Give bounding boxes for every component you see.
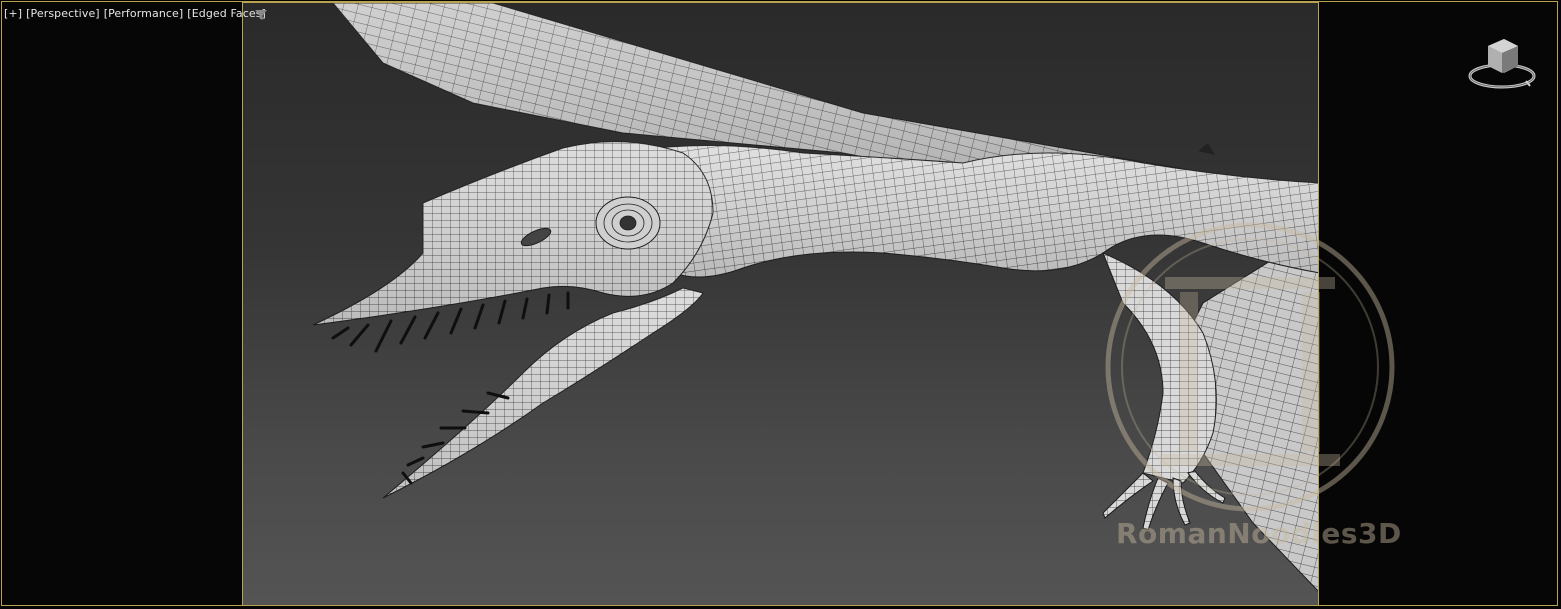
filter-funnel-icon[interactable] bbox=[254, 8, 268, 22]
viewport-menu-plus[interactable]: [+] bbox=[4, 7, 22, 20]
viewport-view-menu[interactable]: [Perspective] bbox=[26, 7, 100, 20]
watermark-text: RomanNoodles3D bbox=[1116, 517, 1402, 550]
viewport-performance-menu[interactable]: [Performance] bbox=[104, 7, 184, 20]
viewcube-icon[interactable] bbox=[1464, 36, 1544, 96]
viewport-label: [+] [Perspective] [Performance] [Edged F… bbox=[4, 7, 266, 20]
column-logo bbox=[1105, 222, 1395, 512]
eye bbox=[595, 196, 661, 250]
